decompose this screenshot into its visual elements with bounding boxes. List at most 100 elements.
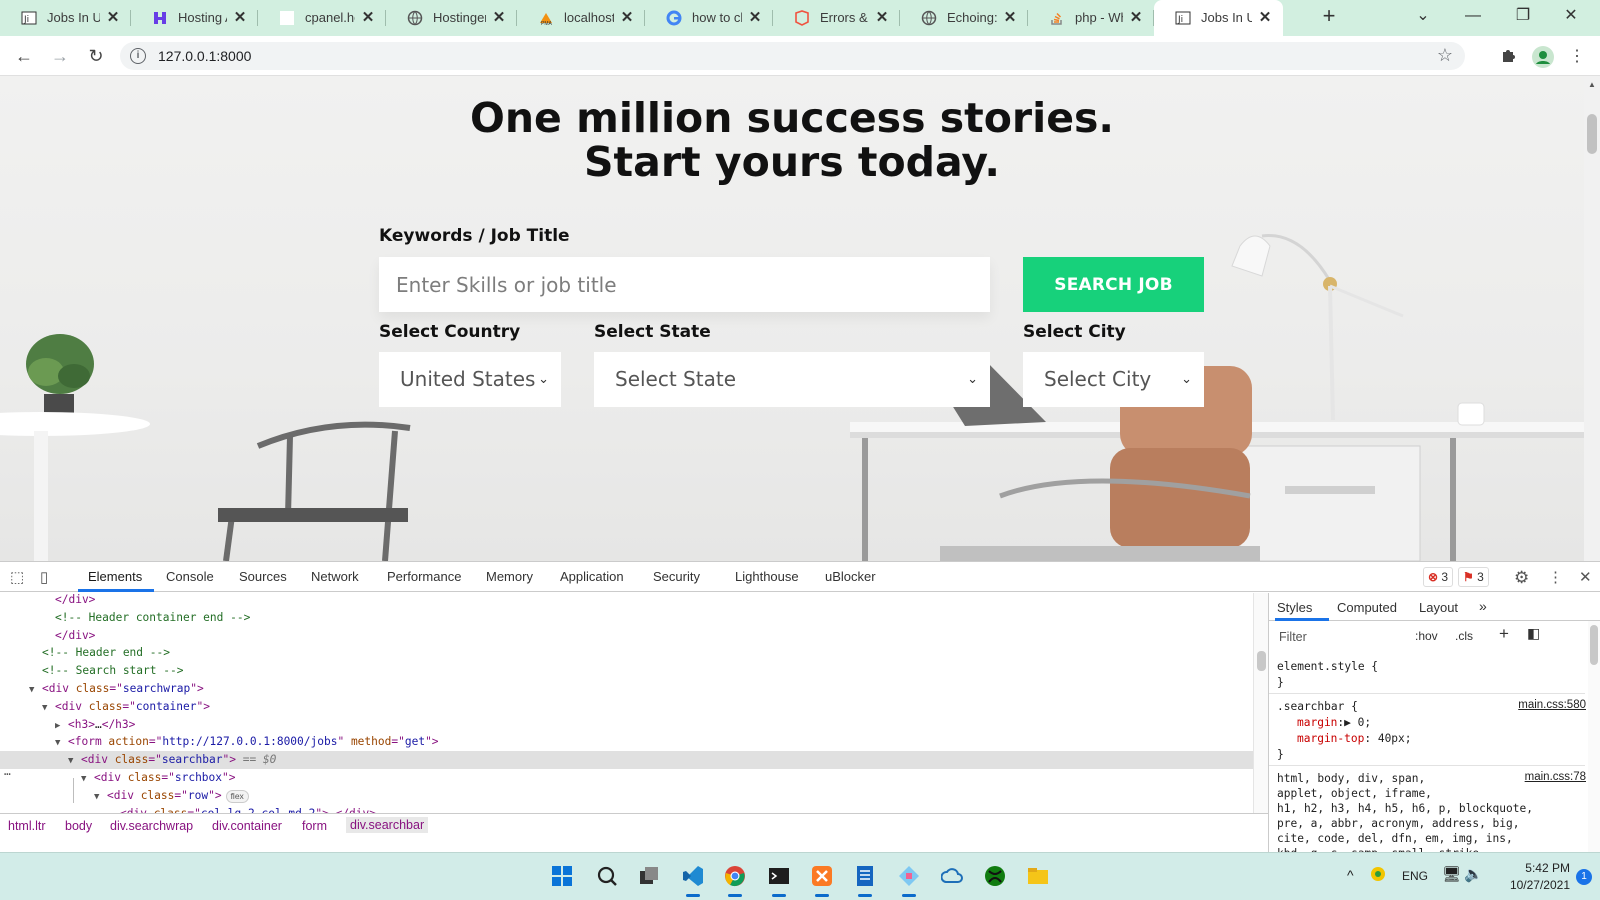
dom-line[interactable]: ▼ <div class="searchwrap"> — [0, 680, 1264, 698]
state-select[interactable]: Select State ⌄ — [594, 352, 990, 407]
dom-line[interactable]: ▼ <form action="http://127.0.0.1:8000/job… — [0, 733, 1264, 751]
forward-button[interactable]: → — [48, 44, 72, 68]
breadcrumb-item[interactable]: div.searchwrap — [110, 819, 193, 833]
devtools-tab-network[interactable]: Network — [311, 569, 359, 584]
tray-app-icon[interactable] — [1370, 866, 1386, 885]
reset-rule-selector-line[interactable]: applet, object, iframe, — [1277, 786, 1432, 801]
element-style-rule[interactable]: element.style { — [1277, 659, 1378, 674]
country-select[interactable]: United States ⌄ — [379, 352, 561, 407]
browser-tab[interactable]: how to ch ✕ — [645, 0, 773, 36]
tab-close-icon[interactable]: ✕ — [619, 9, 635, 27]
expand-triangle-icon[interactable]: ▼ — [55, 734, 68, 752]
devtools-tab-application[interactable]: Application — [560, 569, 624, 584]
notes-icon[interactable] — [850, 861, 880, 897]
show-hidden-icons-chevron-icon[interactable]: ^ — [1347, 867, 1354, 883]
breadcrumb-item[interactable]: html.ltr — [8, 819, 46, 833]
browser-tab[interactable]: Hostinger ✕ — [386, 0, 517, 36]
devtools-tab-elements[interactable]: Elements — [88, 569, 142, 584]
dom-tree[interactable]: </div> <!-- Header container end --> </div… — [0, 593, 1268, 831]
devtools-close-icon[interactable]: ✕ — [1579, 568, 1592, 586]
dom-tree-scrollbar-thumb[interactable] — [1257, 651, 1266, 671]
css-declaration[interactable]: margin-top: 40px; — [1297, 731, 1412, 746]
xampp-icon[interactable] — [807, 861, 837, 897]
inspect-element-icon[interactable]: ⬚ — [10, 568, 24, 586]
dom-line[interactable]: <!-- Search start --> — [0, 662, 1264, 680]
minimize-button[interactable]: — — [1450, 0, 1496, 32]
dom-line[interactable]: <!-- Header container end --> — [0, 609, 1264, 627]
styles-tab-styles[interactable]: Styles — [1277, 600, 1312, 615]
class-toggle[interactable]: .cls — [1455, 629, 1473, 643]
hover-state-toggle[interactable]: :hov — [1415, 629, 1438, 643]
dom-line[interactable]: ▼ <div class="row"> flex — [0, 787, 1264, 805]
bookmark-star-icon[interactable]: ☆ — [1437, 45, 1453, 66]
breadcrumb-item[interactable]: form — [302, 819, 327, 833]
tab-close-icon[interactable]: ✕ — [1128, 9, 1144, 27]
cloud-icon[interactable] — [937, 861, 967, 891]
styles-scrollbar-thumb[interactable] — [1590, 625, 1598, 665]
tab-close-icon[interactable]: ✕ — [1257, 9, 1273, 27]
breadcrumb-item[interactable]: body — [65, 819, 92, 833]
expand-triangle-icon[interactable]: ▼ — [42, 699, 55, 717]
reset-rule-selector[interactable]: html, body, div, span, — [1277, 771, 1425, 786]
tab-close-icon[interactable]: ✕ — [105, 9, 121, 27]
browser-menu-icon[interactable]: ⋮ — [1566, 46, 1588, 68]
scroll-up-arrow-icon[interactable]: ▲ — [1587, 80, 1597, 89]
devtools-tab-console[interactable]: Console — [166, 569, 214, 584]
network-icon[interactable]: 🖥 — [1442, 865, 1461, 883]
toggle-sidebar-icon[interactable]: ◧ — [1527, 625, 1540, 642]
tab-close-icon[interactable]: ✕ — [1002, 9, 1018, 27]
devtools-tab-memory[interactable]: Memory — [486, 569, 533, 584]
tab-close-icon[interactable]: ✕ — [232, 9, 248, 27]
browser-tab[interactable]: Errors & L ✕ — [773, 0, 900, 36]
expand-triangle-icon[interactable]: ▼ — [29, 681, 42, 699]
reset-rule-selector-line[interactable]: pre, a, abbr, acronym, address, big, — [1277, 816, 1519, 831]
dom-line[interactable]: ▼ <div class="srchbox"> — [0, 769, 1264, 787]
chrome-icon[interactable] — [720, 861, 750, 897]
issues-badge[interactable]: ⚑ 3 — [1458, 567, 1489, 587]
tab-close-icon[interactable]: ✕ — [747, 9, 763, 27]
tab-close-icon[interactable]: ✕ — [360, 9, 376, 27]
breadcrumb-item[interactable]: div.container — [212, 819, 282, 833]
page-scrollbar[interactable]: ▲ — [1584, 76, 1600, 561]
close-window-button[interactable]: ✕ — [1548, 0, 1594, 32]
vscode-icon[interactable] — [678, 861, 708, 897]
collapsed-triangle-icon[interactable]: ▶ — [55, 717, 68, 735]
browser-tab[interactable]: Echoing: c ✕ — [900, 0, 1028, 36]
file-explorer-icon[interactable] — [1023, 861, 1053, 891]
searchbar-rule-source-link[interactable]: main.css:580 — [1518, 699, 1586, 711]
styles-tab-layout[interactable]: Layout — [1419, 600, 1458, 615]
dom-line[interactable]: </div> — [0, 627, 1264, 645]
back-button[interactable]: ← — [12, 44, 36, 68]
browser-tab[interactable]: php - Wh ✕ — [1028, 0, 1154, 36]
devtools-tab-ublocker[interactable]: uBlocker — [825, 569, 876, 584]
flex-badge[interactable]: flex — [225, 789, 249, 803]
devtools-tab-lighthouse[interactable]: Lighthouse — [735, 569, 799, 584]
notification-badge[interactable]: 1 — [1576, 869, 1592, 885]
dom-line-selected[interactable]: … ▼ <div class="searchbar"> == $0 — [0, 751, 1264, 778]
dom-line[interactable]: ▶ <h3>…</h3> — [0, 716, 1264, 734]
extensions-puzzle-icon[interactable] — [1498, 46, 1520, 68]
browser-tab-active[interactable]: Ji Jobs In Ur ✕ — [1154, 0, 1283, 36]
devtools-tab-security[interactable]: Security — [653, 569, 700, 584]
tab-search-button[interactable]: ⌄ — [1400, 0, 1446, 32]
breadcrumb-item[interactable]: div.searchbar — [346, 817, 429, 833]
task-view-icon[interactable] — [634, 861, 664, 891]
clock-time[interactable]: 5:42 PM — [1510, 861, 1570, 875]
terminal-icon[interactable] — [764, 861, 794, 897]
more-tabs-chevron-icon[interactable]: » — [1479, 598, 1487, 614]
expand-triangle-icon[interactable]: ▼ — [68, 752, 81, 770]
styles-scrollbar[interactable] — [1588, 621, 1600, 853]
styles-filter-input[interactable] — [1279, 627, 1407, 647]
reset-rule-source-link[interactable]: main.css:78 — [1525, 771, 1586, 783]
clock-date[interactable]: 10/27/2021 — [1500, 878, 1570, 892]
dom-line[interactable]: ▼ <div class="container"> — [0, 698, 1264, 716]
maximize-button[interactable]: ❐ — [1500, 0, 1546, 32]
search-icon[interactable] — [592, 861, 622, 891]
site-info-icon[interactable]: i — [130, 48, 146, 64]
profile-avatar-icon[interactable] — [1532, 46, 1554, 68]
searchbar-rule-selector[interactable]: .searchbar { — [1277, 699, 1358, 714]
plugin-icon[interactable] — [894, 861, 924, 897]
dom-line[interactable]: </div> — [0, 593, 1264, 609]
dom-tree-scrollbar[interactable] — [1253, 593, 1268, 831]
expand-triangle-icon[interactable]: ▼ — [81, 770, 94, 788]
